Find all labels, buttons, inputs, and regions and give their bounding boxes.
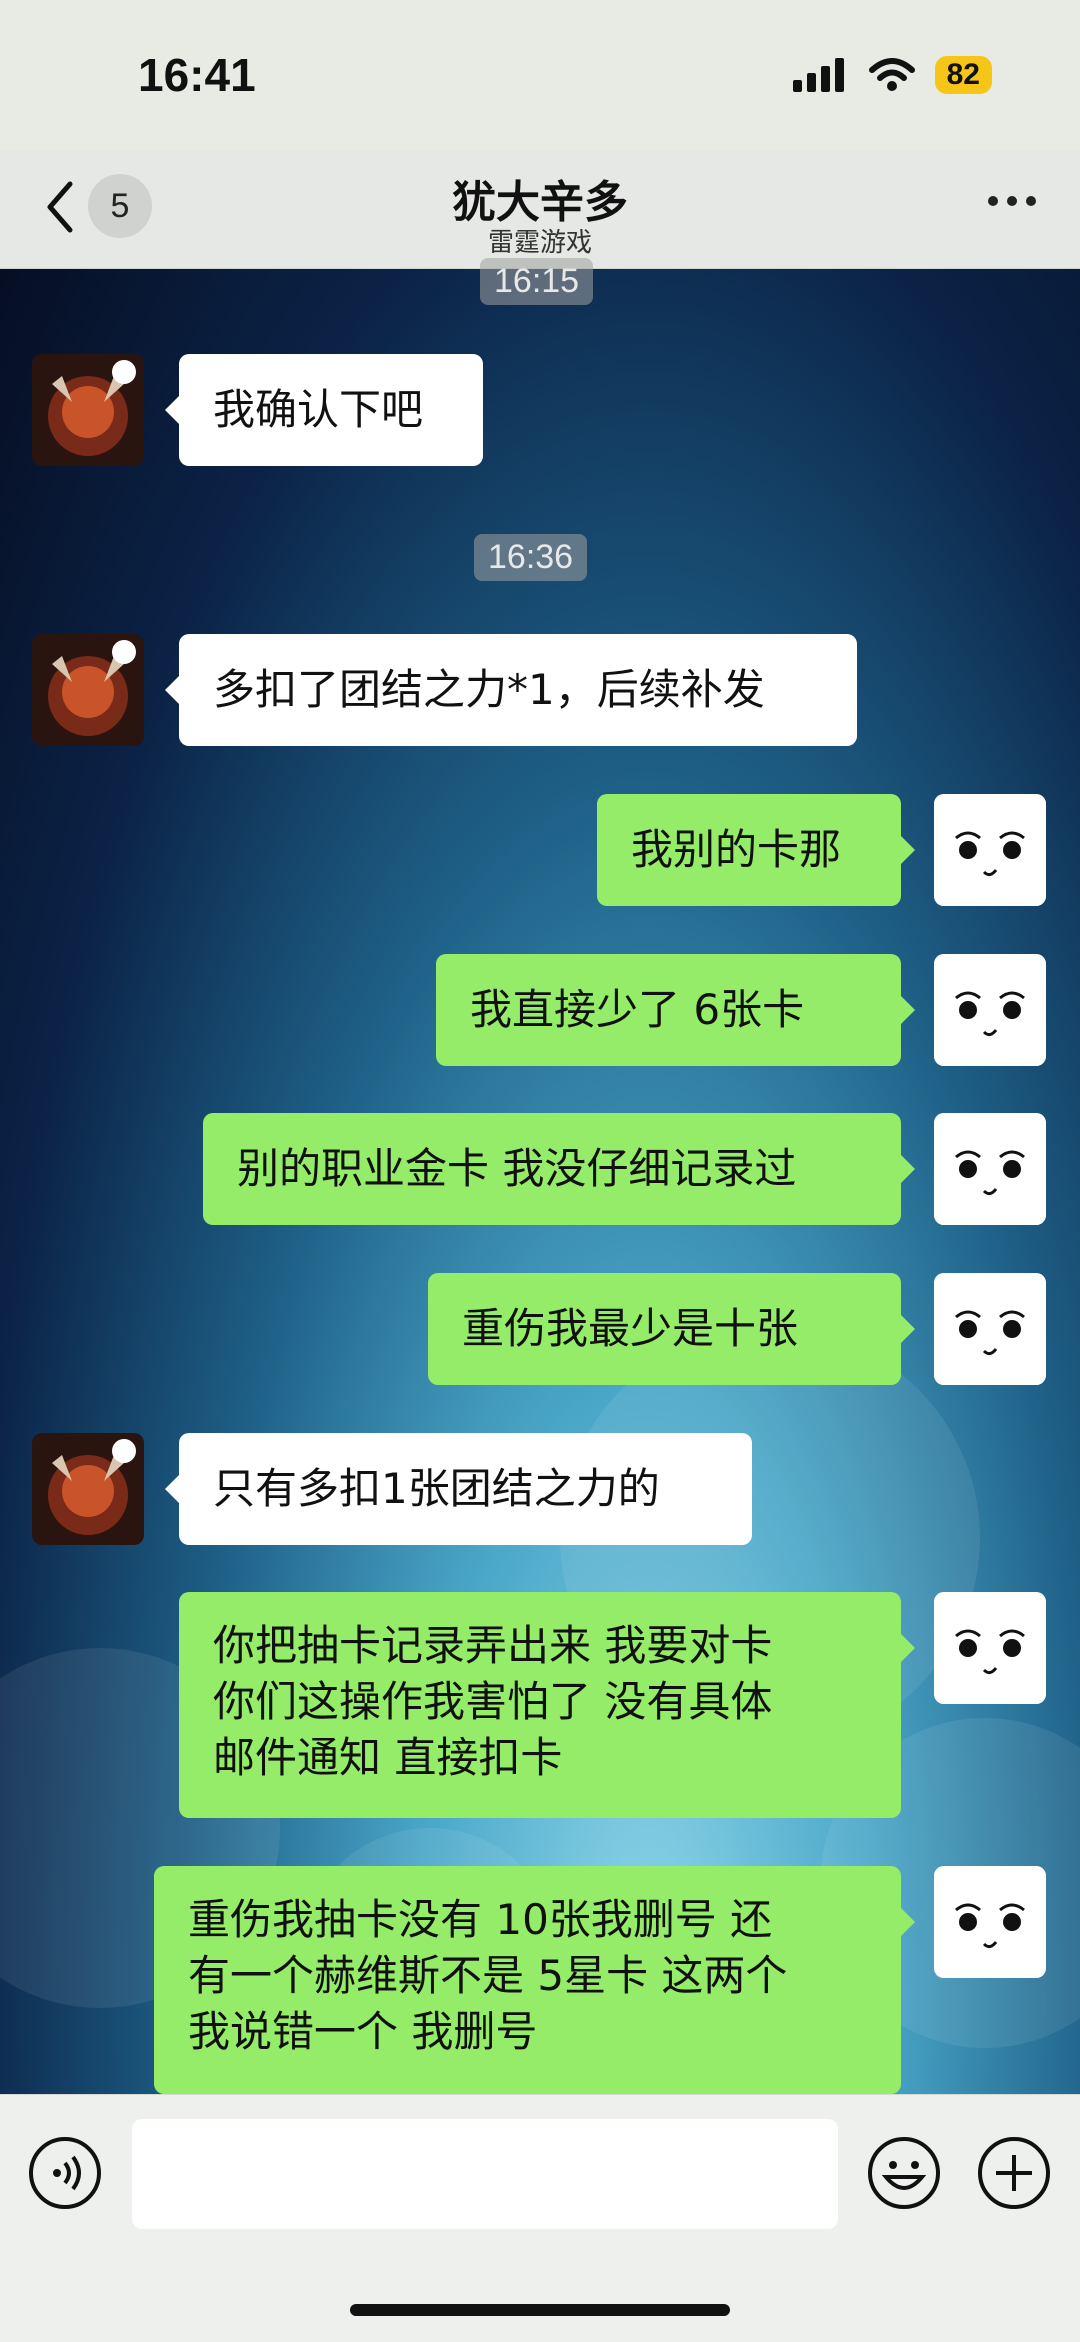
home-indicator[interactable] (350, 2304, 730, 2316)
plus-icon[interactable] (976, 2135, 1052, 2211)
status-bar: 16:41 82 (0, 0, 1080, 150)
wifi-icon (868, 58, 915, 91)
signal-icon (792, 58, 844, 92)
user-avatar[interactable] (934, 1113, 1046, 1225)
message-sent[interactable]: 重伤我最少是十张 (428, 1273, 915, 1385)
user-avatar[interactable] (934, 1866, 1046, 1978)
message-sent[interactable]: 别的职业金卡 我没仔细记录过 (203, 1113, 915, 1225)
clock: 16:41 (138, 49, 256, 101)
contact-avatar[interactable] (32, 634, 144, 746)
contact-avatar[interactable] (32, 1433, 144, 1545)
timestamp: 16:15 (480, 258, 594, 305)
message-sent[interactable]: 重伤我抽卡没有 10张我删号 还 有一个赫维斯不是 5星卡 这两个 我说错一个 … (154, 1866, 915, 2094)
message-received[interactable]: 多扣了团结之力*1，后续补发 (165, 634, 857, 746)
battery-indicator: 82 (934, 56, 992, 94)
voice-icon[interactable] (27, 2135, 103, 2211)
contact-avatar[interactable] (32, 354, 144, 466)
message-sent[interactable]: 我别的卡那 (597, 794, 915, 906)
user-avatar[interactable] (934, 954, 1046, 1066)
user-avatar[interactable] (934, 794, 1046, 906)
chat-header: 5 犹大辛多 雷霆游戏 (0, 150, 1080, 269)
chat-subtitle: 雷霆游戏 (487, 228, 592, 258)
message-sent[interactable]: 我直接少了 6张卡 (436, 954, 915, 1066)
message-input[interactable] (132, 2119, 838, 2229)
chat-title: 犹大辛多 (452, 177, 628, 228)
more-options-icon[interactable] (988, 196, 1036, 206)
message-received[interactable]: 我确认下吧 (165, 354, 483, 466)
message-sent[interactable]: 你把抽卡记录弄出来 我要对卡 你们这操作我害怕了 没有具体 邮件通知 直接扣卡 (179, 1592, 915, 1818)
emoji-icon[interactable] (866, 2135, 942, 2211)
timestamp: 16:36 (474, 534, 588, 581)
user-avatar[interactable] (934, 1273, 1046, 1385)
message-received[interactable]: 只有多扣1张团结之力的 (165, 1433, 752, 1545)
user-avatar[interactable] (934, 1592, 1046, 1704)
